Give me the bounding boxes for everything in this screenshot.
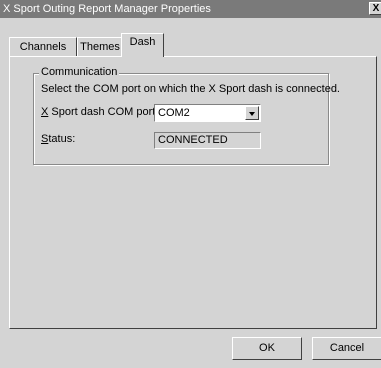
tab-channels-label: Channels bbox=[19, 41, 67, 53]
com-port-description: Select the COM port on which the X Sport… bbox=[41, 83, 340, 95]
status-value: CONNECTED bbox=[158, 134, 228, 146]
tab-channels[interactable]: Channels bbox=[9, 37, 77, 56]
tab-themes-label: Themes bbox=[80, 41, 120, 53]
chevron-down-icon bbox=[249, 112, 255, 116]
com-port-label: X Sport dash COM port: bbox=[41, 106, 158, 118]
status-field: CONNECTED bbox=[154, 132, 261, 149]
tab-dash[interactable]: Dash bbox=[121, 33, 164, 57]
properties-window: X Sport Outing Report Manager Properties… bbox=[0, 0, 381, 368]
com-port-value: COM2 bbox=[158, 107, 190, 119]
tab-dash-label: Dash bbox=[129, 36, 156, 48]
com-port-dropdown-button[interactable] bbox=[245, 106, 259, 120]
window-title: X Sport Outing Report Manager Properties bbox=[3, 3, 211, 15]
status-label-text: tatus: bbox=[48, 133, 76, 145]
status-label: Status: bbox=[41, 133, 75, 145]
title-bar: X Sport Outing Report Manager Properties bbox=[0, 0, 381, 18]
cancel-button[interactable]: Cancel bbox=[312, 337, 381, 360]
ok-button-label: OK bbox=[259, 342, 275, 354]
close-button[interactable]: X bbox=[369, 2, 381, 15]
tab-themes[interactable]: Themes bbox=[77, 37, 123, 56]
ok-button[interactable]: OK bbox=[232, 337, 302, 360]
com-port-label-text: Sport dash COM port: bbox=[48, 106, 159, 118]
com-port-select[interactable]: COM2 bbox=[154, 104, 261, 122]
communication-group-label: Communication bbox=[39, 66, 120, 78]
close-icon: X bbox=[372, 3, 380, 14]
cancel-button-label: Cancel bbox=[329, 342, 365, 354]
